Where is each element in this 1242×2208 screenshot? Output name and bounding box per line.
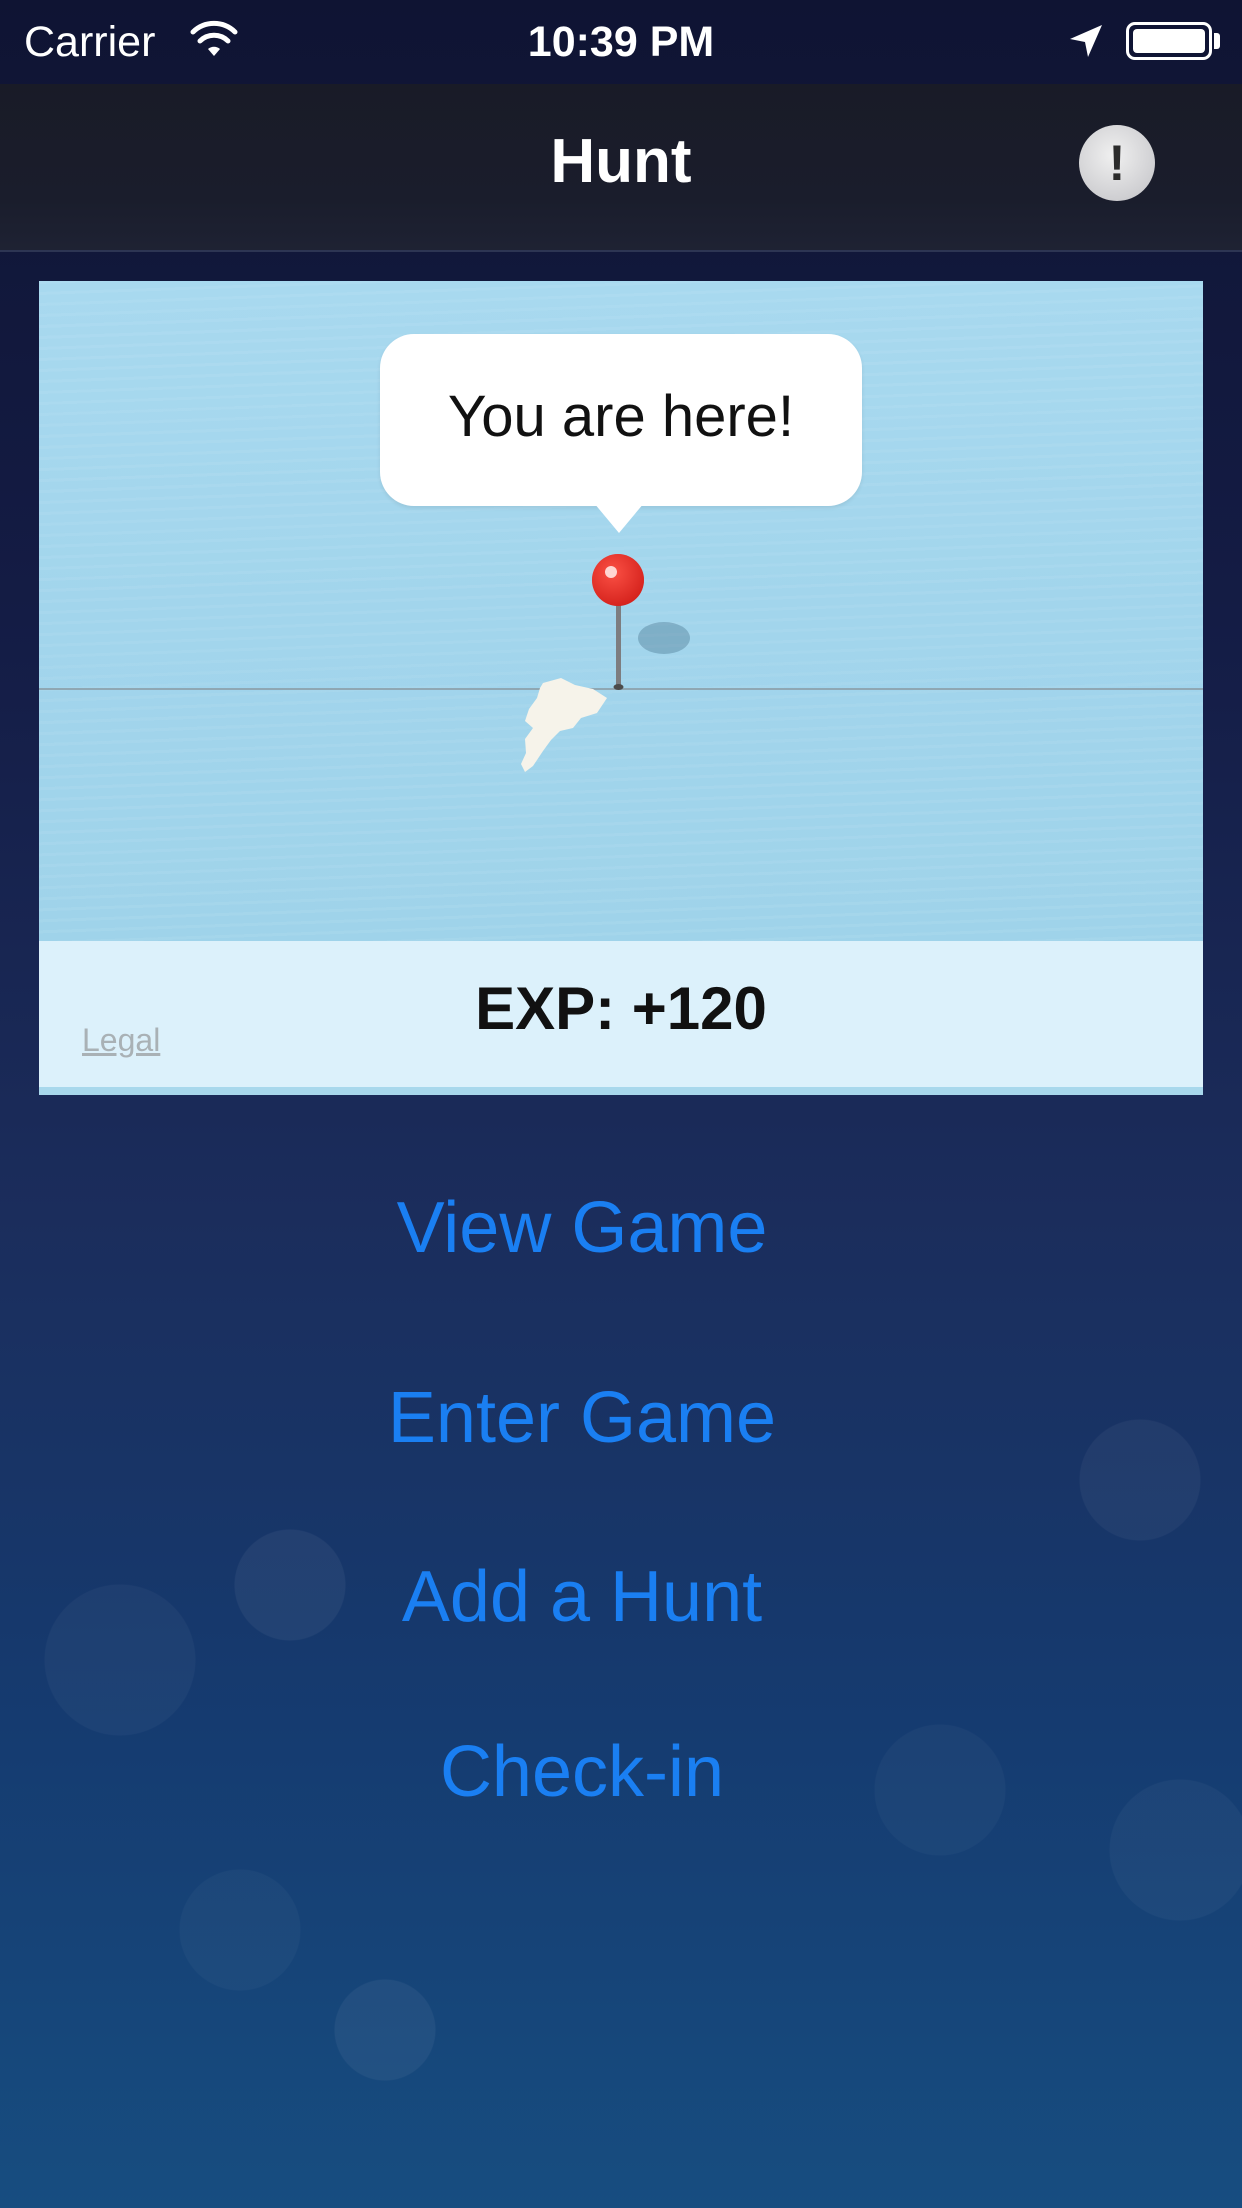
alert-info-button[interactable]: !: [1079, 125, 1155, 201]
status-bar: Carrier 10:39 PM: [0, 0, 1242, 84]
view-game-button[interactable]: View Game: [0, 1186, 1164, 1270]
battery-level: [1133, 29, 1205, 53]
battery-tip: [1214, 33, 1220, 49]
check-in-button[interactable]: Check-in: [0, 1730, 1164, 1814]
callout-text: You are here!: [447, 384, 795, 449]
enter-game-button[interactable]: Enter Game: [0, 1376, 1164, 1460]
add-hunt-button[interactable]: Add a Hunt: [0, 1555, 1164, 1639]
navigation-bar: Hunt !: [0, 84, 1242, 252]
page-title: Hunt: [550, 127, 692, 196]
map-view[interactable]: You are here!: [39, 281, 1203, 941]
location-arrow-icon: [1070, 25, 1102, 57]
exclamation-icon: !: [1108, 135, 1126, 191]
exp-banner: EXP: +120 Legal: [39, 941, 1203, 1087]
battery-icon: [1126, 22, 1212, 60]
status-time: 10:39 PM: [527, 18, 715, 66]
exp-value: EXP: +120: [475, 975, 767, 1042]
map-card: You are here! EXP: +120 Legal: [39, 281, 1203, 1095]
callout-tail: [594, 503, 644, 533]
legal-link[interactable]: Legal: [82, 1021, 160, 1059]
you-are-here-callout: You are here!: [380, 334, 862, 506]
red-map-pin-icon[interactable]: [592, 552, 702, 692]
